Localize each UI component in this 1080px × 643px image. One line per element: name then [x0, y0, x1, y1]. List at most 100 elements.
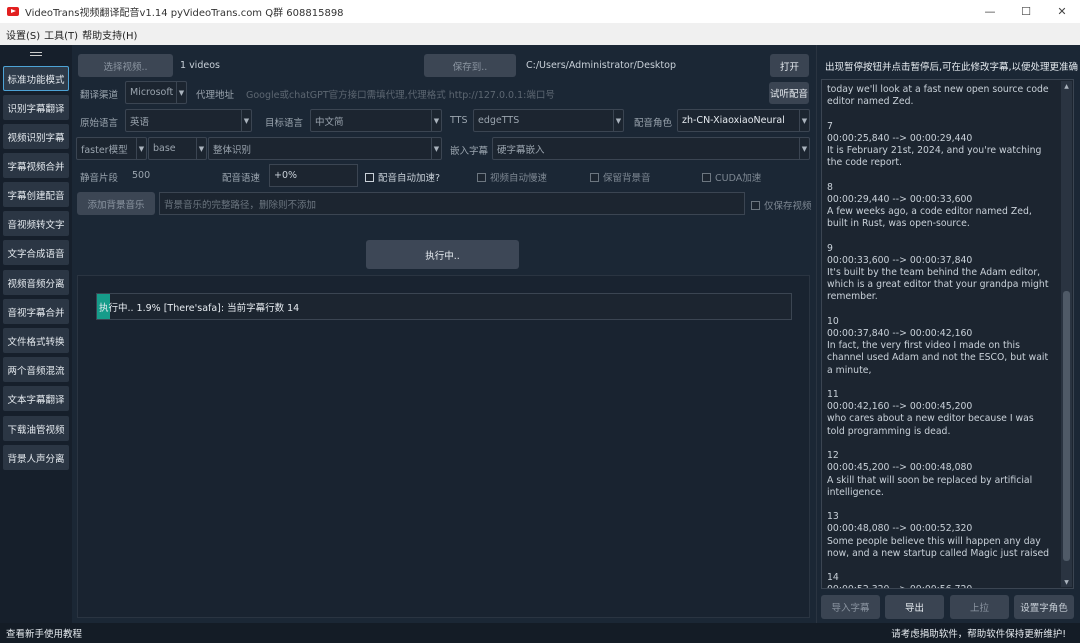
channel-value: Microsoft: [130, 87, 174, 98]
title-bar: VideoTrans视频翻译配音v1.14 pyVideoTrans.com Q…: [0, 0, 1080, 23]
recognition-mode-value: 整体识别: [213, 144, 252, 156]
model-type-select[interactable]: faster模型 ▼: [76, 137, 147, 160]
subtitle-scrollbar[interactable]: ▲ ▼: [1061, 81, 1072, 587]
sidebar-item-format-convert[interactable]: 文件格式转换: [3, 328, 69, 353]
keep-video-only-label: 仅保存视频: [764, 201, 812, 212]
checkbox-icon: [590, 172, 599, 182]
select-video-button[interactable]: 选择视频..: [78, 54, 173, 77]
chevron-down-icon: ▼: [613, 110, 623, 131]
video-count: 1 videos: [180, 60, 220, 71]
progress-text: 执行中.. 1.9% [There'safa]: 当前字幕行数 14: [99, 302, 300, 314]
embed-subtitle-label: 嵌入字幕: [450, 146, 489, 157]
sidebar: 标准功能模式 识别字幕翻译 视频识别字幕 字幕视频合并 字幕创建配音 音视频转文…: [0, 45, 72, 623]
task-log-panel: 执行中.. 1.9% [There'safa]: 当前字幕行数 14: [77, 275, 810, 618]
tts-label: TTS: [450, 115, 468, 126]
pull-up-button[interactable]: 上拉: [950, 595, 1009, 619]
checkbox-icon: [751, 200, 760, 210]
sidebar-item-recognize-translate[interactable]: 识别字幕翻译: [3, 95, 69, 120]
scrollbar-thumb[interactable]: [1063, 291, 1070, 561]
sidebar-item-youtube-download[interactable]: 下载油管视频: [3, 416, 69, 441]
subtitle-edit-hint: 出现暂停按钮并点击暂停后,可在此修改字幕,以便处理更准确: [825, 62, 1079, 73]
checkbox-icon: [477, 172, 486, 182]
sidebar-item-standard-mode[interactable]: 标准功能模式: [3, 66, 69, 91]
tts-value: edgeTTS: [478, 115, 520, 126]
video-slow-checkbox[interactable]: 视频自动慢速: [477, 170, 547, 184]
embed-subtitle-select[interactable]: 硬字幕嵌入 ▼: [492, 137, 810, 160]
chevron-down-icon: ▼: [431, 110, 441, 131]
test-dub-button[interactable]: 试听配音: [769, 82, 809, 104]
chevron-down-icon: ▼: [799, 138, 809, 159]
voice-select[interactable]: zh-CN-XiaoxiaoNeural ▼: [677, 109, 810, 132]
sidebar-item-av-to-text[interactable]: 音视频转文字: [3, 211, 69, 236]
silence-label: 静音片段: [80, 173, 119, 184]
status-bar: 查看新手使用教程 请考虑捐助软件，帮助软件保持更新维护!: [0, 623, 1080, 643]
translate-channel-select[interactable]: Microsoft ▼: [125, 81, 187, 104]
sidebar-item-subtitle-dub[interactable]: 字幕创建配音: [3, 182, 69, 207]
proxy-input[interactable]: Google或chatGPT官方接口需填代理,代理格式 http://127.0…: [246, 87, 555, 101]
sidebar-handle-icon[interactable]: [30, 52, 42, 56]
open-folder-button[interactable]: 打开: [770, 54, 809, 77]
chevron-down-icon: ▼: [799, 110, 809, 131]
subtitle-text[interactable]: today we'll look at a fast new open sour…: [827, 84, 1052, 588]
scroll-down-icon[interactable]: ▼: [1061, 577, 1072, 587]
model-type-value: faster模型: [81, 144, 128, 156]
bg-music-path-input[interactable]: 背景音乐的完整路径，删除则不添加: [159, 192, 745, 215]
scroll-up-icon[interactable]: ▲: [1061, 81, 1072, 91]
chevron-down-icon: ▼: [136, 138, 146, 159]
keep-bg-label: 保留背景音: [603, 173, 651, 184]
dub-rate-input[interactable]: +0%: [269, 164, 358, 187]
minimize-button[interactable]: —: [972, 0, 1008, 23]
sidebar-item-text-to-speech[interactable]: 文字合成语音: [3, 240, 69, 265]
save-to-button[interactable]: 保存到..: [424, 54, 516, 77]
auto-speed-label: 配音自动加速?: [378, 173, 441, 184]
menu-tools[interactable]: 工具(T): [44, 27, 78, 42]
menu-help[interactable]: 帮助支持(H): [82, 27, 137, 42]
model-size-select[interactable]: base ▼: [148, 137, 207, 160]
set-role-button[interactable]: 设置字角色: [1014, 595, 1074, 619]
import-subtitle-button[interactable]: 导入字幕: [821, 595, 880, 619]
sidebar-item-video-recognize[interactable]: 视频识别字幕: [3, 124, 69, 149]
sidebar-item-text-subtitle-translate[interactable]: 文本字幕翻译: [3, 386, 69, 411]
model-size-value: base: [153, 143, 176, 154]
export-button[interactable]: 导出: [885, 595, 944, 619]
cuda-checkbox[interactable]: CUDA加速: [702, 170, 761, 184]
sidebar-item-subtitle-video-merge[interactable]: 字幕视频合并: [3, 153, 69, 178]
app-logo-icon: [7, 7, 19, 16]
embed-subtitle-value: 硬字幕嵌入: [497, 144, 545, 156]
video-slow-label: 视频自动慢速: [490, 173, 548, 184]
target-language-select[interactable]: 中文简 ▼: [310, 109, 442, 132]
chevron-down-icon: ▼: [241, 110, 251, 131]
dub-rate-label: 配音语速: [222, 173, 261, 184]
start-button[interactable]: 执行中..: [366, 240, 519, 269]
window-title: VideoTrans视频翻译配音v1.14 pyVideoTrans.com Q…: [25, 8, 344, 19]
voice-value: zh-CN-XiaoxiaoNeural: [682, 115, 785, 126]
source-language-label: 原始语言: [80, 118, 119, 129]
sidebar-item-av-subtitle-merge[interactable]: 音视字幕合并: [3, 299, 69, 324]
chevron-down-icon: ▼: [176, 82, 186, 103]
target-language-value: 中文简: [315, 116, 344, 128]
maximize-button[interactable]: ☐: [1008, 0, 1044, 23]
keep-video-only-checkbox[interactable]: 仅保存视频: [751, 198, 812, 212]
tutorial-link[interactable]: 查看新手使用教程: [6, 626, 82, 640]
voice-label: 配音角色: [634, 118, 673, 129]
checkbox-icon: [702, 172, 711, 182]
keep-bg-checkbox[interactable]: 保留背景音: [590, 170, 651, 184]
task-progress-bar: 执行中.. 1.9% [There'safa]: 当前字幕行数 14: [96, 293, 792, 320]
source-language-value: 英语: [130, 116, 150, 128]
close-button[interactable]: ✕: [1044, 0, 1080, 23]
silence-input[interactable]: 500: [132, 170, 150, 181]
subtitle-panel: 出现暂停按钮并点击暂停后,可在此修改字幕,以便处理更准确 today we'll…: [816, 45, 1080, 623]
recognition-mode-select[interactable]: 整体识别 ▼: [208, 137, 442, 160]
sidebar-item-av-separate[interactable]: 视频音频分离: [3, 270, 69, 295]
auto-speed-checkbox[interactable]: 配音自动加速?: [365, 170, 440, 184]
proxy-label: 代理地址: [196, 90, 235, 101]
sidebar-item-vocal-separate[interactable]: 背景人声分离: [3, 445, 69, 470]
sidebar-item-audio-mix[interactable]: 两个音频混流: [3, 357, 69, 382]
menu-bar: 设置(S) 工具(T) 帮助支持(H): [0, 23, 1080, 45]
add-bg-music-button[interactable]: 添加背景音乐: [77, 192, 155, 215]
tts-select[interactable]: edgeTTS ▼: [473, 109, 624, 132]
subtitle-editor[interactable]: today we'll look at a fast new open sour…: [821, 79, 1074, 589]
menu-settings[interactable]: 设置(S): [6, 27, 40, 42]
donate-link[interactable]: 请考虑捐助软件，帮助软件保持更新维护!: [891, 626, 1066, 640]
source-language-select[interactable]: 英语 ▼: [125, 109, 252, 132]
